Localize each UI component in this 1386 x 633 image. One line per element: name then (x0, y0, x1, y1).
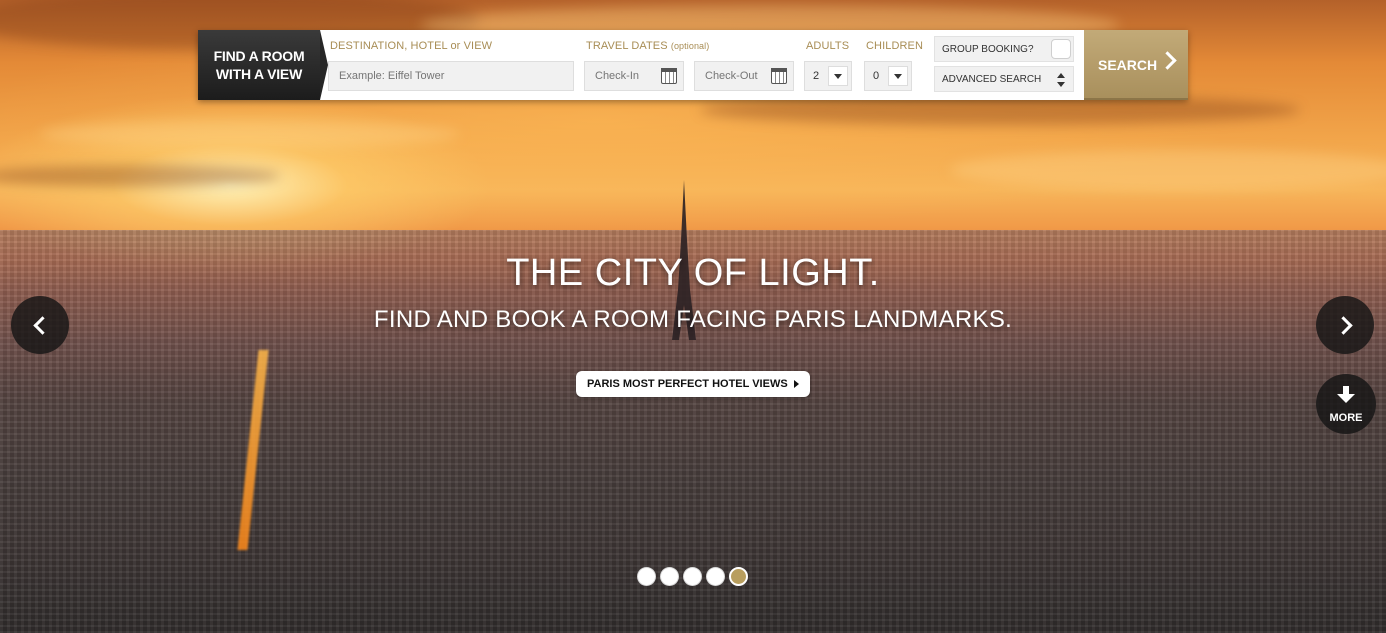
hotel-views-label: PARIS MOST PERFECT HOTEL VIEWS (587, 378, 788, 390)
calendar-icon[interactable] (661, 68, 677, 84)
group-booking-label: GROUP BOOKING? (942, 43, 1034, 55)
cloud (950, 150, 1386, 190)
slide-dot[interactable] (660, 567, 679, 586)
destination-field[interactable] (328, 61, 574, 91)
checkout-field[interactable] (694, 61, 794, 91)
slide-dot[interactable] (683, 567, 702, 586)
adults-select[interactable]: 2 (804, 61, 852, 91)
calendar-icon[interactable] (771, 68, 787, 84)
arrow-right-icon (1333, 315, 1353, 335)
more-label: MORE (1329, 412, 1363, 424)
search-bar: FIND A ROOM WITH A VIEW DESTINATION, HOT… (198, 30, 1188, 100)
chevron-down-icon[interactable] (888, 66, 908, 86)
next-slide-button[interactable] (1316, 296, 1374, 354)
brand-line-1: FIND A ROOM (213, 48, 305, 64)
advanced-search-label: ADVANCED SEARCH (942, 73, 1042, 85)
slide-dot[interactable] (637, 567, 656, 586)
advanced-search-select[interactable]: ADVANCED SEARCH (934, 66, 1074, 92)
checkin-field[interactable] (584, 61, 684, 91)
travel-dates-label-text: TRAVEL DATES (586, 40, 668, 52)
slide-dot-active[interactable] (729, 567, 748, 586)
adults-value: 2 (813, 70, 820, 82)
arrow-down-icon (1337, 386, 1355, 406)
slider-dots (637, 567, 748, 586)
search-button-label: SEARCH (1098, 57, 1158, 73)
updown-icon (1057, 73, 1065, 87)
cloud (0, 165, 280, 187)
chevron-down-icon[interactable] (828, 66, 848, 86)
group-booking-toggle[interactable]: GROUP BOOKING? (934, 36, 1074, 62)
brand-logo[interactable]: FIND A ROOM WITH A VIEW (198, 30, 328, 100)
children-select[interactable]: 0 (864, 61, 912, 91)
more-button[interactable]: MORE (1316, 374, 1376, 434)
prev-slide-button[interactable] (11, 296, 69, 354)
arrow-left-icon (32, 315, 52, 335)
travel-dates-optional: (optional) (670, 41, 710, 51)
hero-subtitle: FIND AND BOOK A ROOM FACING PARIS LANDMA… (373, 306, 1013, 333)
adults-label: ADULTS (806, 40, 850, 52)
travel-dates-label: TRAVEL DATES (optional) (586, 40, 709, 52)
brand-line-2: WITH A VIEW (215, 66, 303, 82)
children-label: CHILDREN (866, 40, 924, 52)
cloud (40, 120, 460, 148)
play-arrow-icon (794, 380, 799, 388)
search-button[interactable]: SEARCH (1084, 30, 1188, 100)
chevron-right-icon (1158, 51, 1177, 70)
hero-title: THE CITY OF LIGHT. (506, 252, 880, 294)
hotel-views-button[interactable]: PARIS MOST PERFECT HOTEL VIEWS (576, 371, 810, 397)
slide-dot[interactable] (706, 567, 725, 586)
group-booking-checkbox[interactable] (1051, 39, 1071, 59)
destination-label: DESTINATION, HOTEL or VIEW (330, 40, 493, 52)
destination-input[interactable] (337, 69, 573, 83)
children-value: 0 (873, 70, 880, 82)
